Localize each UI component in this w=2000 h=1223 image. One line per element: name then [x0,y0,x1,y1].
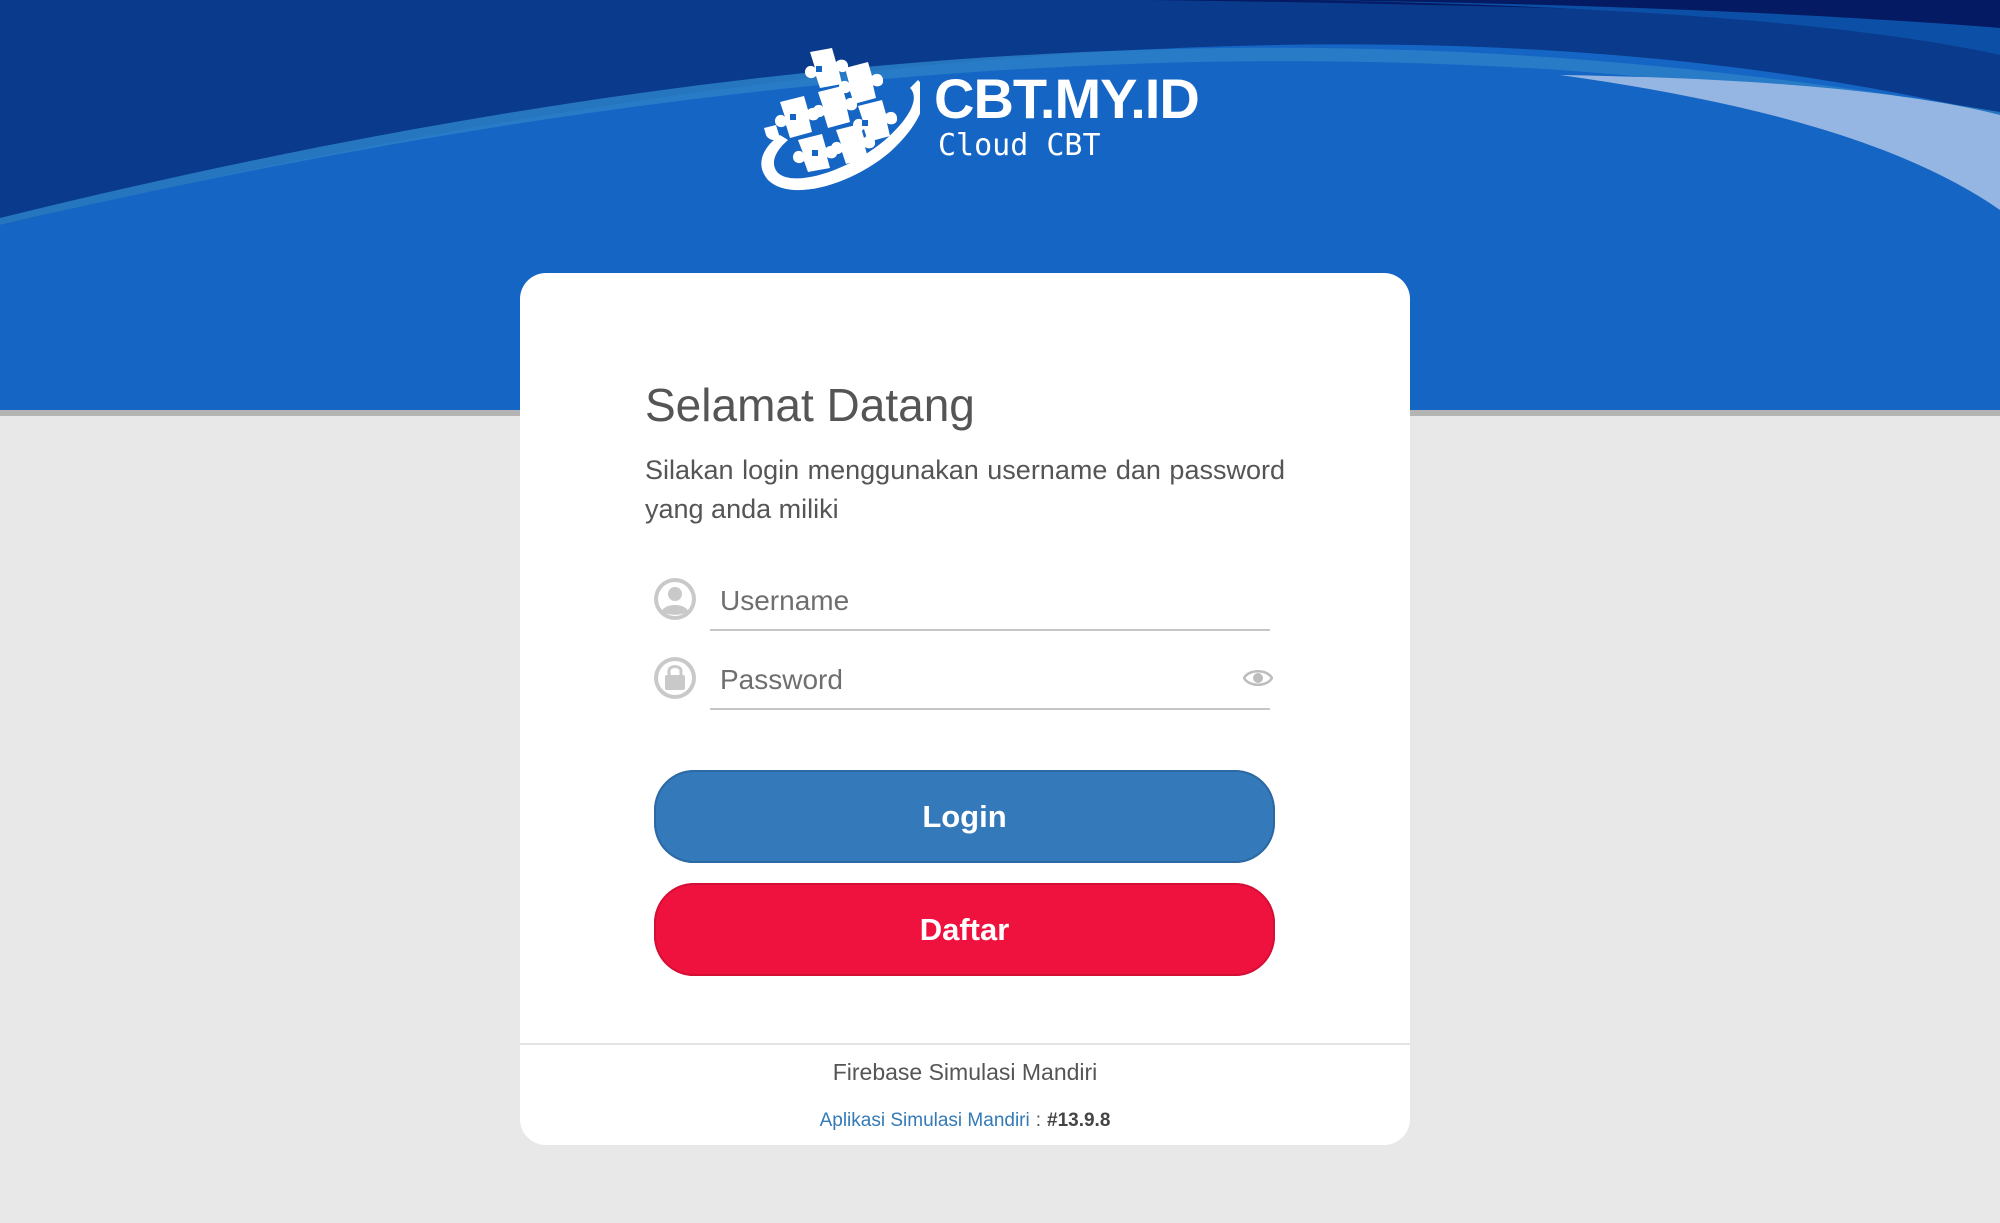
username-field [653,575,1273,631]
user-icon [654,578,696,620]
login-instructions: Silakan login menggunakan username dan p… [645,455,1285,524]
username-underline [710,629,1270,631]
brand-logo[interactable]: CBT.MY.ID Cloud CBT [750,40,1220,195]
card-divider [520,1043,1410,1045]
register-button[interactable]: Daftar [654,883,1275,976]
puzzle-globe-icon [761,48,920,191]
version-number: #13.9.8 [1047,1110,1111,1131]
password-field [653,654,1273,710]
app-link[interactable]: Aplikasi Simulasi Mandiri [820,1110,1030,1131]
welcome-heading: Selamat Datang [645,379,975,431]
username-input[interactable] [720,579,1220,623]
brand-title: CBT.MY.ID [934,67,1200,130]
footer-title: Firebase Simulasi Mandiri [832,1059,1098,1085]
brand-subtitle: Cloud CBT [938,128,1101,163]
footer-version-line: Aplikasi Simulasi Mandiri: #13.9.8 [520,1110,1410,1132]
password-underline [710,708,1270,710]
login-page: CBT.MY.ID Cloud CBT Selamat Datang Silak… [0,0,2000,1223]
version-separator: : [1035,1110,1041,1131]
login-card: Selamat Datang Silakan login menggunakan… [520,273,1410,1145]
password-input[interactable] [720,658,1220,702]
lock-icon [654,657,696,699]
eye-icon[interactable] [1243,666,1273,690]
login-button[interactable]: Login [654,770,1275,863]
